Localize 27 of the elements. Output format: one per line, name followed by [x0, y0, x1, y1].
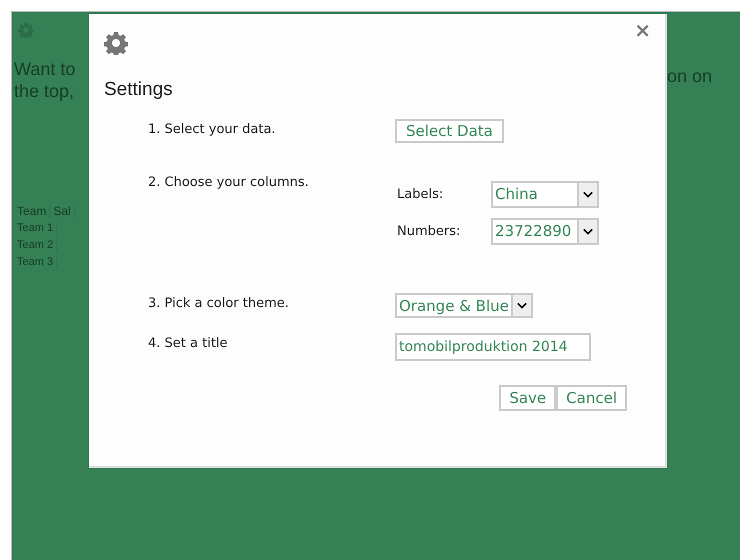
settings-icon — [104, 31, 128, 55]
dialog-button[interactable]: Cancel — [556, 385, 627, 411]
chevron-icon[interactable] — [577, 220, 597, 243]
step-label: 1. Select your data. — [148, 122, 277, 139]
heading-text: the top, — [14, 80, 76, 102]
step-label: 2. Choose your columns. — [148, 175, 310, 192]
dialog-button[interactable]: Save — [499, 385, 556, 411]
select-data-button[interactable]: Select Data — [395, 119, 504, 143]
chevron-icon[interactable] — [577, 183, 597, 206]
heading-text: on on — [667, 66, 712, 86]
table-cell: Team 3 — [14, 256, 58, 268]
step-label: 4. Set a title — [148, 336, 229, 353]
dropdown[interactable]: China — [491, 181, 599, 208]
table-cell: Team 2 — [14, 238, 58, 250]
step-label: 3. Pick a color theme. — [148, 296, 290, 313]
dropdown[interactable]: Orange & Blue — [395, 293, 533, 318]
table-cell: Team 1 — [14, 222, 58, 234]
field-label: Labels: — [396, 187, 444, 202]
title-field[interactable]: tomobilproduktion 2014 — [395, 333, 591, 361]
dialog-title: Settings — [104, 79, 174, 101]
heading-text: Want to — [14, 58, 76, 80]
field-label: Numbers: — [396, 224, 462, 239]
table-header: Team — [14, 204, 50, 218]
dropdown[interactable]: 23722890 — [491, 218, 599, 245]
table-header: Sal — [50, 204, 75, 218]
chevron-icon[interactable] — [510, 295, 531, 316]
close-button[interactable]: × — [634, 20, 651, 40]
